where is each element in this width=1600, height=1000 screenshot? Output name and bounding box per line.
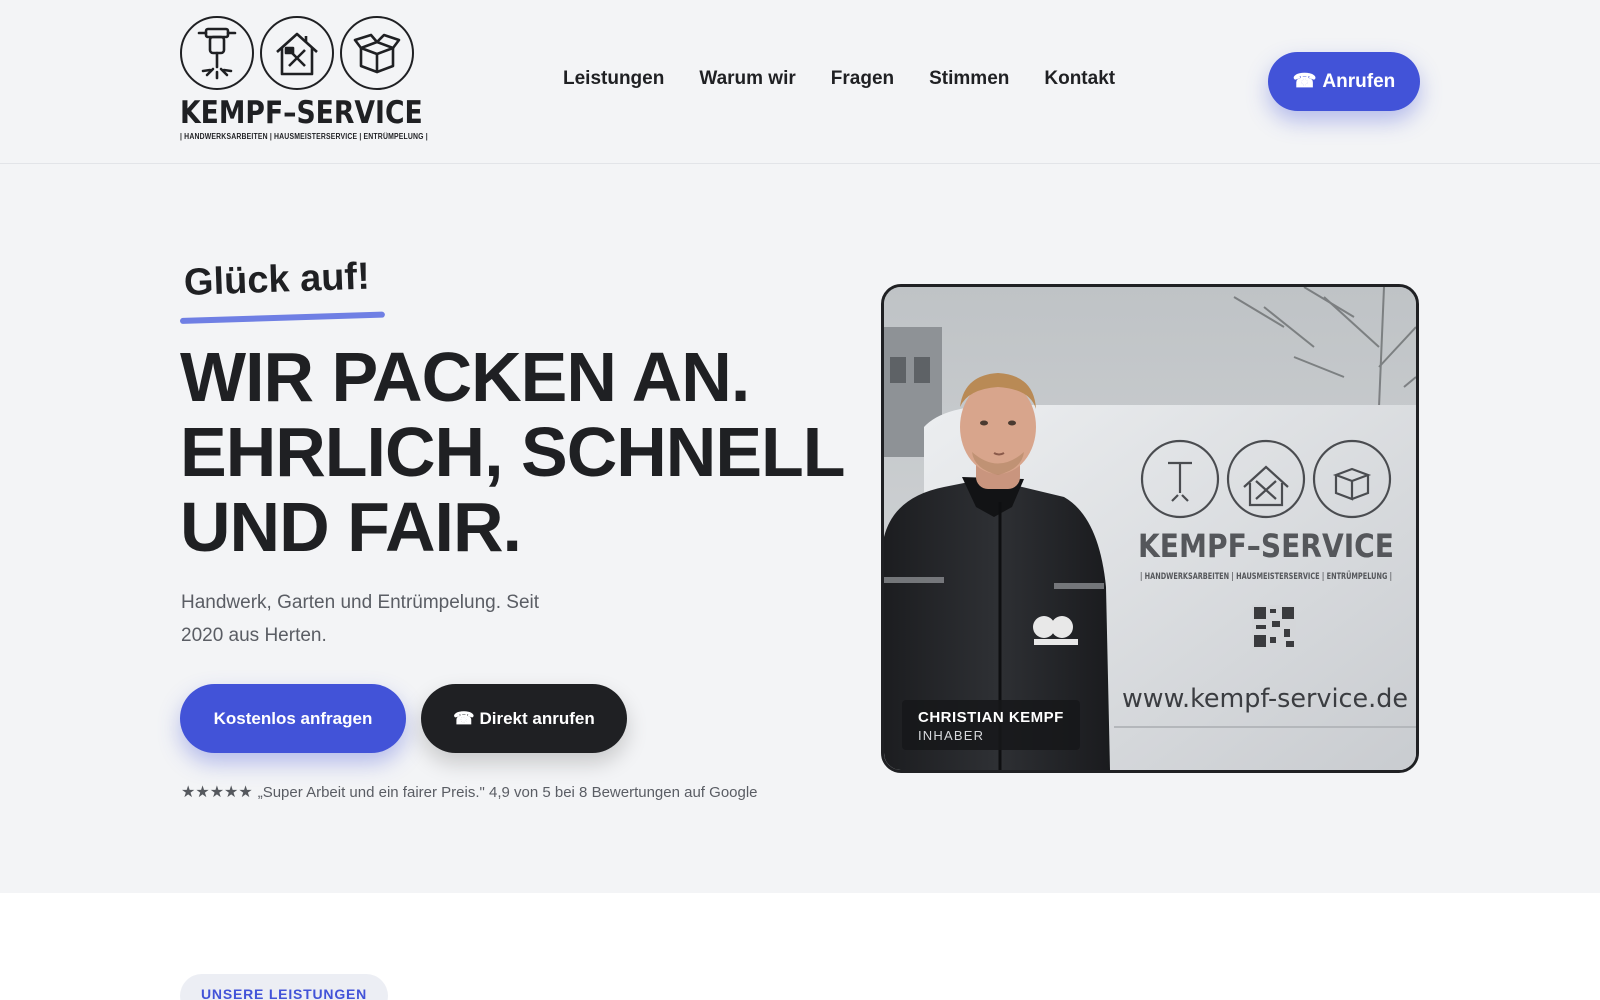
request-free-button[interactable]: Kostenlos anfragen — [180, 684, 406, 753]
greeting-underline — [179, 311, 385, 324]
logo-tagline: | HANDWERKSARBEITEN | HAUSMEISTERSERVICE… — [180, 132, 428, 141]
section-pill: UNSERE LEISTUNGEN — [180, 974, 389, 1000]
nav-stimmen[interactable]: Stimmen — [929, 68, 1009, 90]
qr-code-icon — [1252, 605, 1296, 649]
call-button-label: Anrufen — [1322, 70, 1396, 92]
hero-headline: WIR PACKEN AN. EHRLICH, SCHNELL UND FAIR… — [180, 338, 846, 566]
phone-icon: ☎ — [1292, 71, 1317, 92]
box-icon — [340, 16, 414, 90]
headline-line-3: UND FAIR. — [180, 488, 522, 566]
van-url: www.kempf-service.de — [1122, 684, 1408, 714]
direct-call-label: Direkt anrufen — [479, 708, 595, 728]
site-header: KEMPF–SERVICE | HANDWERKSARBEITEN | HAUS… — [0, 0, 1600, 164]
headline-line-1: WIR PACKEN AN. — [180, 338, 750, 416]
google-review: ★★★★★ „Super Arbeit und ein fairer Preis… — [181, 782, 758, 802]
caption-role: INHABER — [918, 728, 985, 743]
van-tagline: | HANDWERKSARBEITEN | HAUSMEISTERSERVICE… — [1140, 571, 1392, 582]
hero-subtext: Handwerk, Garten und Entrümpelung. Seit … — [181, 592, 540, 646]
jackhammer-icon — [180, 16, 254, 90]
nav-fragen[interactable]: Fragen — [831, 68, 894, 90]
services-section: UNSERE LEISTUNGEN — [0, 893, 1600, 1000]
house-tools-icon — [260, 16, 334, 90]
hero-greeting: Glück auf! — [183, 255, 371, 304]
logo-icons — [180, 16, 416, 90]
van-brand: KEMPF–SERVICE — [1138, 527, 1394, 565]
kempf-service-logo[interactable]: KEMPF–SERVICE | HANDWERKSARBEITEN | HAUS… — [180, 16, 428, 150]
nav-kontakt[interactable]: Kontakt — [1044, 68, 1115, 90]
rating-stars: ★★★★★ — [181, 784, 253, 801]
photo-caption: CHRISTIAN KEMPF INHABER — [902, 700, 1080, 750]
logo-wordmark: KEMPF–SERVICE — [180, 95, 423, 131]
direct-call-button[interactable]: ☎ Direkt anrufen — [421, 684, 627, 753]
main-nav: Leistungen Warum wir Fragen Stimmen Kont… — [563, 68, 1115, 90]
nav-warum-wir[interactable]: Warum wir — [699, 68, 795, 90]
owner-photo: KEMPF–SERVICE | HANDWERKSARBEITEN | HAUS… — [881, 284, 1419, 773]
call-button[interactable]: ☎ Anrufen — [1268, 52, 1420, 111]
phone-icon: ☎ — [453, 708, 475, 728]
headline-line-2: EHRLICH, SCHNELL — [180, 413, 846, 491]
photo-scene: KEMPF–SERVICE | HANDWERKSARBEITEN | HAUS… — [884, 287, 1416, 770]
review-text: „Super Arbeit und ein fairer Preis." 4,9… — [257, 783, 758, 801]
nav-leistungen[interactable]: Leistungen — [563, 68, 664, 90]
caption-name: CHRISTIAN KEMPF — [918, 709, 1064, 726]
